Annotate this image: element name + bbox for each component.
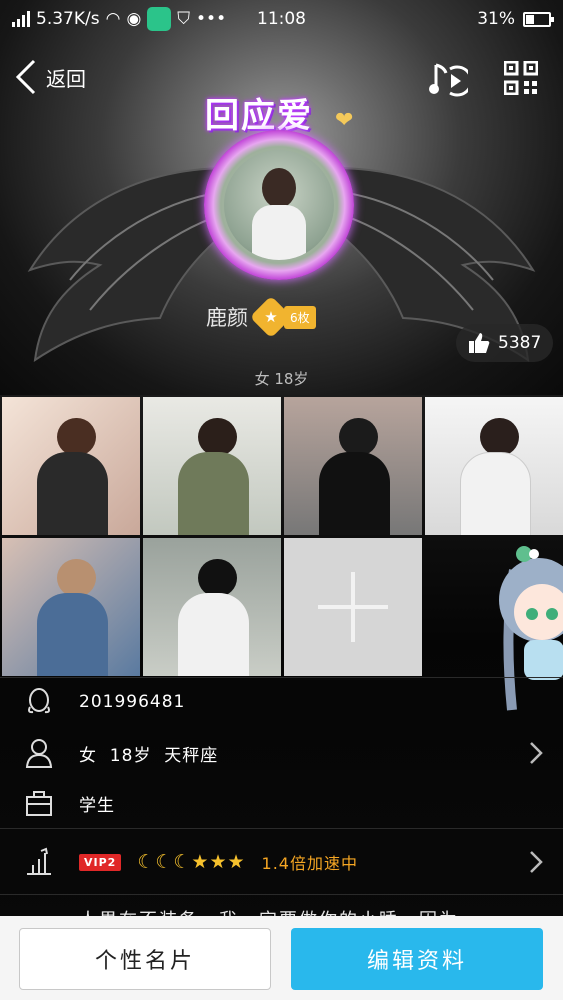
photo-grid bbox=[0, 395, 563, 677]
avatar-frame-title: 回应爱 bbox=[205, 96, 313, 136]
profile-name: 鹿颜 bbox=[206, 306, 248, 330]
speed-bonus: 1.4倍加速中 bbox=[261, 854, 358, 873]
qr-code-icon[interactable] bbox=[504, 61, 538, 95]
chevron-right-icon bbox=[530, 742, 543, 764]
add-photo-button[interactable] bbox=[284, 538, 422, 676]
like-count: 5387 bbox=[498, 333, 542, 353]
occupation-row: 学生 bbox=[0, 787, 563, 819]
battery-icon bbox=[523, 11, 554, 27]
status-bar: 5.37K/s ◠ ◉ ⛉ ••• 11:08 31% bbox=[0, 0, 563, 38]
vip-level-row[interactable]: VIP2 ☾☾☾★★★ 1.4倍加速中 bbox=[0, 846, 563, 878]
level-chart-icon bbox=[27, 847, 51, 875]
qq-number-row: 201996481 bbox=[0, 687, 563, 717]
chevron-left-icon bbox=[15, 59, 36, 95]
back-label: 返回 bbox=[46, 66, 86, 91]
avatar-section: 回应爱 ❤ bbox=[190, 88, 370, 280]
like-button[interactable]: 5387 bbox=[456, 324, 554, 362]
photo-tile[interactable] bbox=[143, 397, 281, 535]
profile-card-button[interactable]: 个性名片 bbox=[19, 928, 271, 990]
avatar-photo bbox=[224, 150, 334, 260]
profile-meta: 女 18岁 bbox=[254, 370, 309, 388]
medal-icon[interactable]: ★ bbox=[249, 295, 293, 339]
vip-badge: VIP2 bbox=[79, 853, 122, 871]
name-row: 鹿颜 ★ 6枚 bbox=[206, 295, 316, 339]
occupation: 学生 bbox=[79, 795, 115, 816]
qq-number: 201996481 bbox=[79, 692, 186, 712]
thumbs-up-icon bbox=[469, 333, 490, 353]
divider bbox=[0, 828, 563, 829]
level-icons: ☾☾☾★★★ bbox=[137, 851, 246, 873]
plus-icon bbox=[318, 572, 388, 642]
chevron-right-icon bbox=[530, 851, 543, 873]
edit-profile-button[interactable]: 编辑资料 bbox=[291, 928, 543, 990]
photo-tile[interactable] bbox=[143, 538, 281, 676]
bottom-action-bar: 个性名片 编辑资料 bbox=[0, 916, 563, 1000]
briefcase-icon bbox=[26, 791, 52, 816]
basic-info: 女 18岁 天秤座 bbox=[79, 745, 219, 766]
divider bbox=[0, 894, 563, 895]
clock: 11:08 bbox=[257, 9, 306, 29]
photo-tile[interactable] bbox=[425, 397, 563, 535]
photo-tile[interactable] bbox=[2, 397, 140, 535]
photo-tile[interactable] bbox=[284, 397, 422, 535]
back-button[interactable]: 返回 bbox=[14, 59, 86, 95]
basic-info-row[interactable]: 女 18岁 天秤座 bbox=[0, 736, 563, 770]
penguin-icon bbox=[28, 688, 50, 714]
divider bbox=[0, 677, 563, 678]
heart-icon: ❤ bbox=[335, 108, 354, 133]
avatar[interactable] bbox=[204, 130, 354, 280]
person-icon bbox=[25, 739, 53, 768]
music-play-icon[interactable] bbox=[428, 59, 468, 99]
photo-tile[interactable] bbox=[2, 538, 140, 676]
